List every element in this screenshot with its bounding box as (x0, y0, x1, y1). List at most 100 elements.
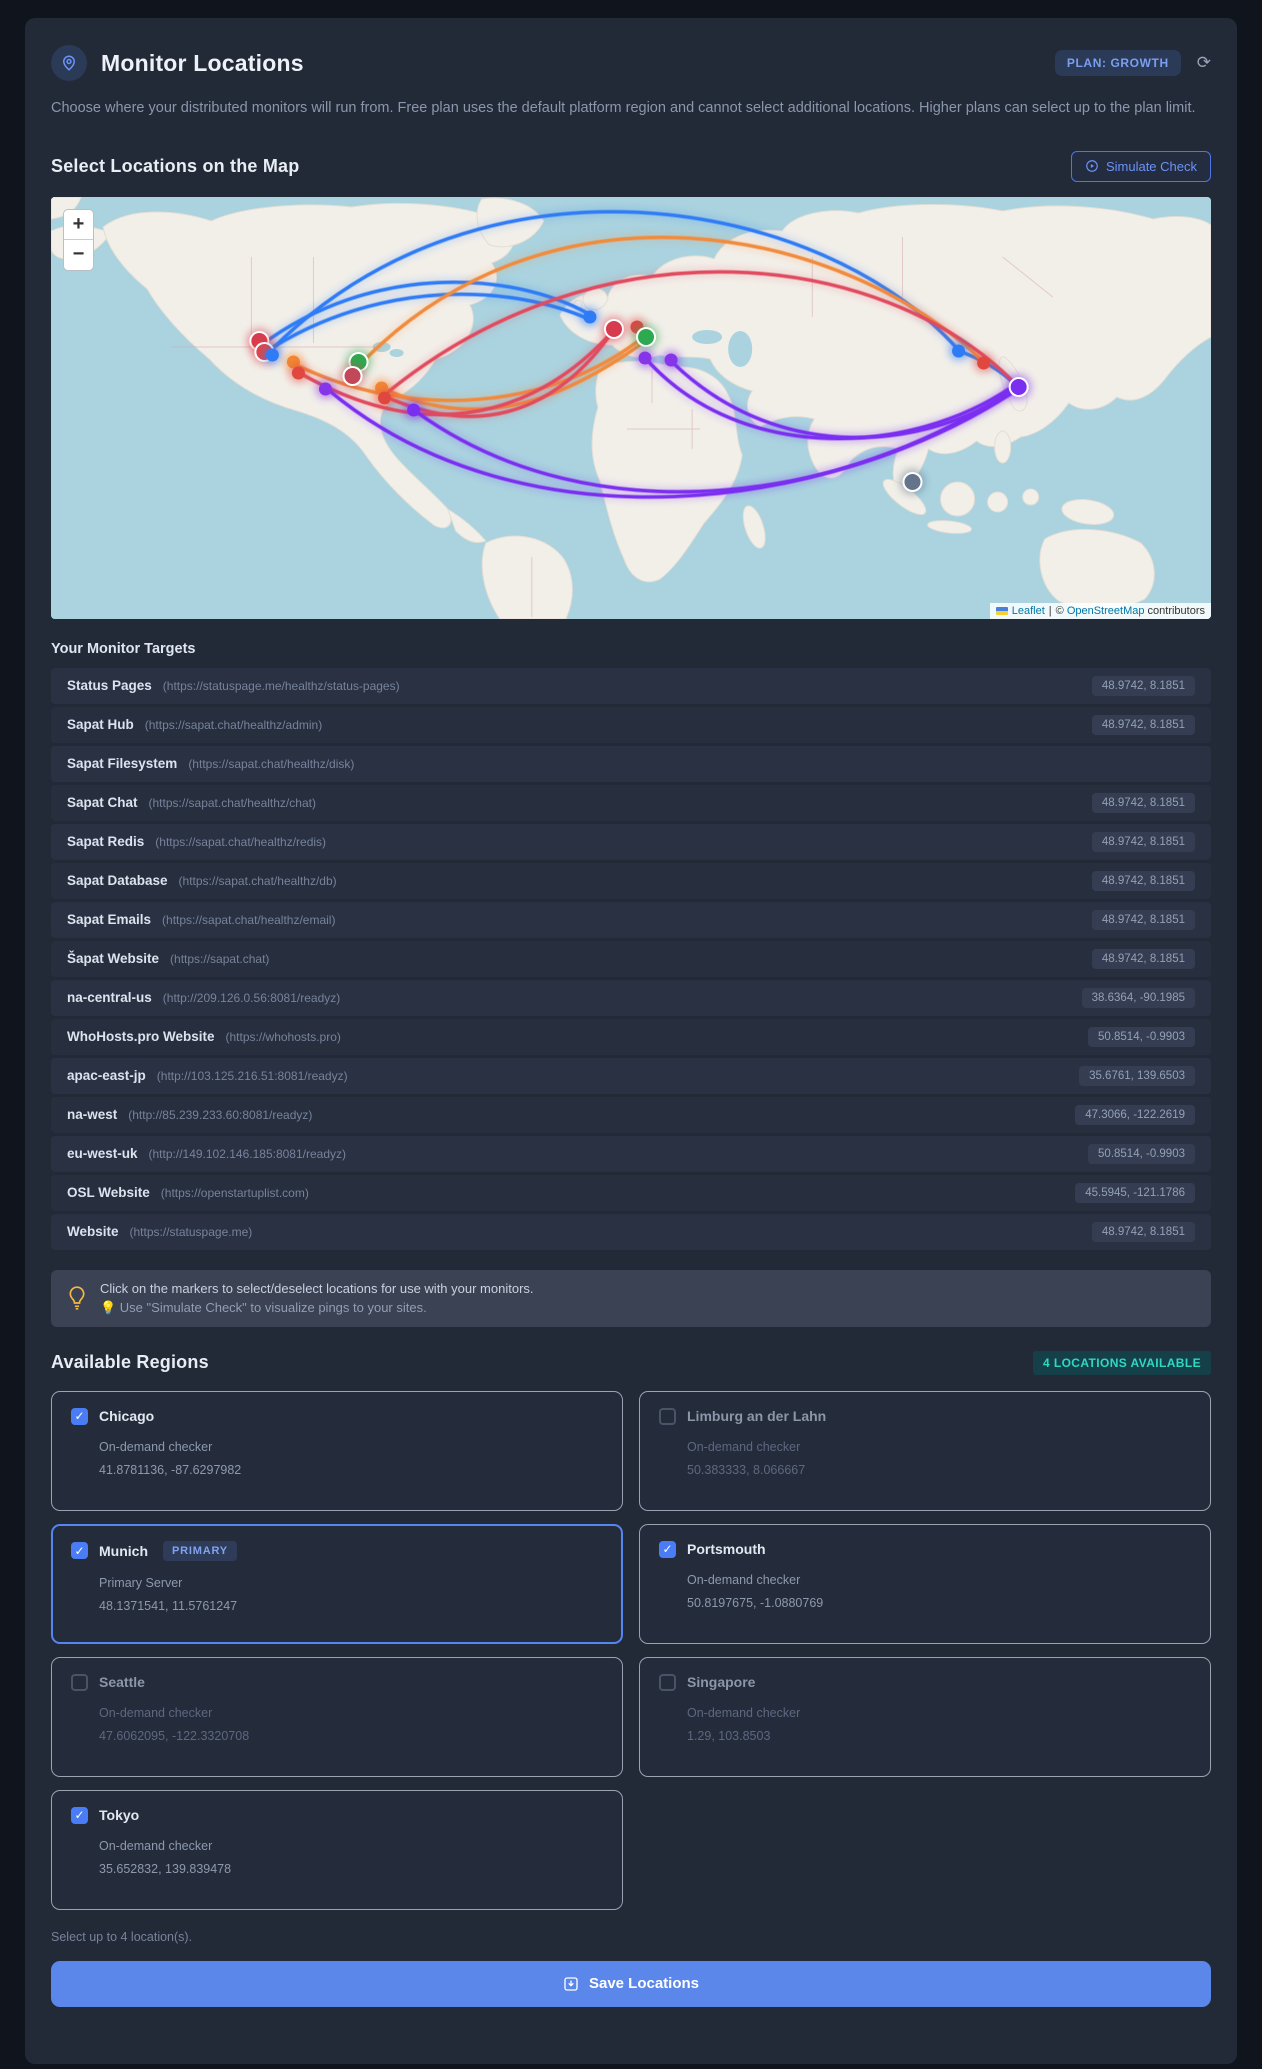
location-marker[interactable] (664, 353, 678, 367)
target-coords-badge: 48.9742, 8.1851 (1091, 909, 1195, 930)
zoom-in-button[interactable]: + (64, 210, 93, 240)
region-subtitle: On-demand checker (687, 1439, 801, 1454)
targets-title: Your Monitor Targets (51, 640, 196, 657)
region-subtitle: On-demand checker (99, 1838, 213, 1853)
target-name: na-central-us (67, 990, 152, 1006)
region-coords: 50.383333, 8.066667 (687, 1462, 806, 1477)
region-card-munich[interactable]: ✓ Munich PRIMARY Primary Server 48.1371541, … (51, 1523, 623, 1644)
region-checkbox[interactable]: ✓ (71, 1542, 88, 1560)
region-coords: 48.1371541, 11.5761247 (99, 1598, 238, 1613)
target-url: (http://149.102.146.185:8081/readyz) (148, 1146, 346, 1161)
target-name: Website (67, 1224, 119, 1240)
region-checkbox[interactable]: ✓ (659, 1540, 676, 1558)
regions-title: Available Regions (51, 1352, 209, 1373)
target-row[interactable]: na-central-us (http://209.126.0.56:8081/r… (51, 979, 1211, 1016)
target-row[interactable]: Sapat Redis (https://sapat.chat/healthz/r… (51, 823, 1211, 860)
target-name: Sapat Hub (67, 717, 134, 733)
target-url: (https://sapat.chat/healthz/admin) (144, 717, 323, 732)
region-checkbox[interactable] (659, 1407, 676, 1425)
region-checkbox[interactable] (71, 1673, 88, 1691)
target-coords-badge: 48.9742, 8.1851 (1091, 1221, 1195, 1242)
target-row[interactable]: Sapat Chat (https://sapat.chat/healthz/ch… (51, 784, 1211, 821)
location-pin-icon (51, 45, 87, 81)
target-row[interactable]: WhoHosts.pro Website (https://whohosts.pr… (51, 1018, 1211, 1055)
region-name: Singapore (687, 1674, 756, 1691)
map-overlay (246, 207, 1032, 501)
target-coords-badge: 35.6761, 139.6503 (1079, 1065, 1195, 1086)
location-marker[interactable] (318, 382, 332, 396)
refresh-icon[interactable]: ⟳ (1197, 53, 1211, 73)
location-marker[interactable] (638, 328, 655, 345)
target-name: WhoHosts.pro Website (67, 1029, 215, 1045)
target-name: apac-east-jp (67, 1068, 146, 1084)
region-coords: 47.6062095, -122.3320708 (99, 1728, 250, 1743)
location-marker[interactable] (977, 356, 991, 370)
target-url: (https://sapat.chat/healthz/disk) (188, 756, 355, 771)
world-map[interactable]: + − Leaflet | © OpenStreetMap contributo… (51, 196, 1211, 619)
simulate-check-button[interactable]: Simulate Check (1070, 150, 1211, 182)
target-coords-badge: 48.9742, 8.1851 (1091, 714, 1195, 735)
region-name: Munich (99, 1542, 148, 1559)
target-row[interactable]: Sapat Emails (https://sapat.chat/healthz/… (51, 901, 1211, 938)
region-name: Chicago (99, 1408, 155, 1425)
target-row[interactable]: Sapat Database (https://sapat.chat/health… (51, 862, 1211, 899)
monitor-targets-list: Status Pages (https://statuspage.me/healt… (51, 667, 1211, 1250)
region-name: Portsmouth (687, 1541, 766, 1558)
target-row[interactable]: Šapat Website (https://sapat.chat) 48.9742… (51, 940, 1211, 977)
region-card-chicago[interactable]: ✓ Chicago On-demand checker 41.8781136, -87… (51, 1390, 623, 1511)
map-zoom-control: + − (63, 208, 94, 271)
target-row[interactable]: Status Pages (https://statuspage.me/healt… (51, 667, 1211, 704)
region-checkbox[interactable]: ✓ (71, 1407, 88, 1425)
ping-arc (384, 270, 1018, 396)
location-marker[interactable] (407, 403, 421, 417)
target-row[interactable]: na-west (http://85.239.233.60:8081/readyz… (51, 1096, 1211, 1133)
target-name: Sapat Emails (67, 912, 152, 928)
target-row[interactable]: OSL Website (https://openstartuplist.com)… (51, 1174, 1211, 1211)
region-name: Limburg an der Lahn (687, 1408, 827, 1425)
location-marker[interactable] (344, 367, 361, 384)
location-marker[interactable] (952, 344, 966, 358)
region-subtitle: On-demand checker (99, 1705, 213, 1720)
target-row[interactable]: Sapat Filesystem (https://sapat.chat/heal… (51, 745, 1211, 782)
zoom-out-button[interactable]: − (64, 240, 93, 270)
location-marker[interactable] (291, 366, 305, 380)
save-locations-button[interactable]: Save Locations (51, 1960, 1211, 2007)
target-name: Sapat Redis (67, 834, 145, 850)
region-subtitle: On-demand checker (687, 1705, 801, 1720)
target-row[interactable]: Website (https://statuspage.me) 48.9742, 8… (51, 1213, 1211, 1250)
location-marker[interactable] (1010, 378, 1027, 395)
target-url: (https://sapat.chat/healthz/redis) (155, 834, 327, 849)
target-row[interactable]: Sapat Hub (https://sapat.chat/healthz/adm… (51, 706, 1211, 743)
region-coords: 41.8781136, -87.6297982 (99, 1462, 242, 1477)
location-marker[interactable] (583, 310, 597, 324)
location-marker[interactable] (904, 473, 921, 490)
target-name: Sapat Database (67, 873, 168, 889)
target-row[interactable]: eu-west-uk (http://149.102.146.185:8081/r… (51, 1135, 1211, 1172)
region-card-portsmouth[interactable]: ✓ Portsmouth On-demand checker 50.8197675, … (639, 1523, 1211, 1644)
location-marker[interactable] (378, 391, 392, 405)
region-card-singapore[interactable]: Singapore On-demand checker 1.29, 103.8503 (639, 1656, 1211, 1777)
target-coords-badge: 50.8514, -0.9903 (1088, 1026, 1195, 1047)
region-card-tokyo[interactable]: ✓ Tokyo On-demand checker 35.652832, 139.83… (51, 1789, 623, 1910)
target-name: Sapat Filesystem (67, 756, 178, 772)
region-card-limburg-an-der-lahn[interactable]: Limburg an der Lahn On-demand checker 50.3… (639, 1390, 1211, 1511)
region-checkbox[interactable] (659, 1673, 676, 1691)
target-url: (https://statuspage.me) (129, 1224, 253, 1239)
region-card-seattle[interactable]: Seattle On-demand checker 47.6062095, -122… (51, 1656, 623, 1777)
region-name: Seattle (99, 1674, 145, 1691)
location-marker[interactable] (265, 348, 279, 362)
region-checkbox[interactable]: ✓ (71, 1806, 88, 1824)
region-cards-grid: ✓ Chicago On-demand checker 41.8781136, -87… (51, 1390, 1211, 1910)
ukraine-flag-icon (995, 606, 1008, 615)
location-marker[interactable] (605, 320, 622, 337)
region-coords: 50.8197675, -1.0880769 (687, 1595, 824, 1610)
osm-link[interactable]: OpenStreetMap (1067, 605, 1145, 617)
target-coords-badge: 45.5945, -121.1786 (1075, 1182, 1195, 1203)
location-marker[interactable] (638, 351, 652, 365)
target-name: Šapat Website (67, 951, 160, 967)
target-url: (http://209.126.0.56:8081/readyz) (162, 990, 341, 1005)
target-coords-badge: 38.6364, -90.1985 (1081, 987, 1195, 1008)
leaflet-link[interactable]: Leaflet (1012, 605, 1045, 617)
target-row[interactable]: apac-east-jp (http://103.125.216.51:8081/… (51, 1057, 1211, 1094)
target-coords-badge: 48.9742, 8.1851 (1091, 675, 1195, 696)
